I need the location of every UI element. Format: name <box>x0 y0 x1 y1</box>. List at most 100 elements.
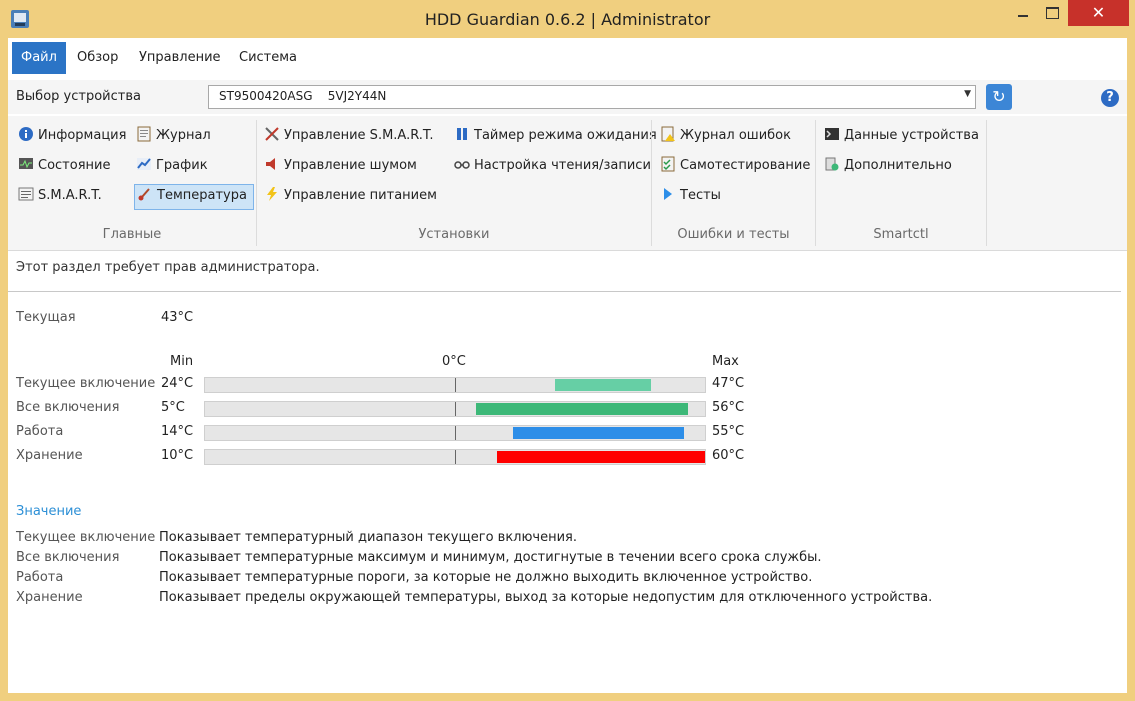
chevron-down-icon: ▼ <box>964 89 971 99</box>
minimize-icon <box>1018 15 1028 17</box>
current-temp-value: 43°C <box>161 310 194 325</box>
menu-management[interactable]: Управление <box>130 42 230 74</box>
zero-marker <box>455 402 456 416</box>
meaning-text: Показывает температурные максимум и мини… <box>159 550 822 565</box>
meaning-label: Все включения <box>16 550 120 565</box>
ribbon-advanced[interactable]: Дополнительно <box>824 154 952 178</box>
ribbon-noise-management[interactable]: Управление шумом <box>264 154 417 178</box>
pause-icon <box>457 128 467 140</box>
ribbon-self-test-label: Самотестирование <box>680 158 811 173</box>
scale-max-label: Max <box>712 354 739 369</box>
log-icon <box>137 126 151 142</box>
graph-icon <box>137 158 151 170</box>
ribbon-group-main: Главные <box>102 227 162 242</box>
ribbon-graph-label: График <box>156 158 208 173</box>
ribbon-standby-timer-label: Таймер режима ожидания <box>474 128 657 143</box>
ribbon-log[interactable]: Журнал <box>136 124 211 148</box>
menu-bar: Файл Обзор Управление Система <box>8 38 1127 76</box>
row-label: Текущее включение <box>16 376 156 391</box>
device-row: Выбор устройства ST9500420ASG 5VJ2Y44N ▼… <box>8 80 1127 114</box>
range-fill <box>555 379 651 391</box>
row-min-value: 10°C <box>161 448 194 463</box>
ribbon-read-write-settings[interactable]: Настройка чтения/записи <box>454 154 651 178</box>
scale-zero-label: 0°C <box>442 354 466 369</box>
terminal-icon <box>825 128 839 140</box>
ribbon-separator <box>986 120 987 246</box>
row-label: Все включения <box>16 400 120 415</box>
ribbon-self-test[interactable]: Самотестирование <box>660 154 810 178</box>
help-icon[interactable]: ? <box>1101 89 1119 107</box>
range-fill <box>513 427 684 439</box>
divider <box>8 291 1121 292</box>
ribbon-error-log[interactable]: Журнал ошибок <box>660 124 791 148</box>
meaning-text: Показывает пределы окружающей температур… <box>159 590 933 605</box>
menu-file[interactable]: Файл <box>12 42 66 74</box>
meaning-text: Показывает температурные пороги, за кото… <box>159 570 813 585</box>
ribbon-power-management-label: Управление питанием <box>284 188 437 203</box>
ribbon-noise-management-label: Управление шумом <box>284 158 417 173</box>
ribbon-graph[interactable]: График <box>136 154 208 178</box>
admin-notice: Этот раздел требует прав администратора. <box>16 260 320 275</box>
ribbon-info[interactable]: Информация <box>18 124 126 148</box>
ribbon-log-label: Журнал <box>156 128 211 143</box>
gear-icon <box>825 157 839 171</box>
smart-icon <box>18 187 34 201</box>
zero-marker <box>455 450 456 464</box>
menu-overview[interactable]: Обзор <box>68 42 127 74</box>
ribbon-tests[interactable]: Тесты <box>660 184 721 208</box>
glasses-icon <box>454 161 470 169</box>
row-label: Работа <box>16 424 64 439</box>
device-label: Выбор устройства <box>16 89 141 104</box>
ribbon-read-write-settings-label: Настройка чтения/записи <box>474 158 651 173</box>
meaning-label: Хранение <box>16 590 83 605</box>
zero-marker <box>455 378 456 392</box>
thermometer-icon <box>138 188 150 201</box>
current-temp-label: Текущая <box>16 310 76 325</box>
ribbon-device-data[interactable]: Данные устройства <box>824 124 979 148</box>
device-select-value: ST9500420ASG 5VJ2Y44N <box>219 89 387 103</box>
temperature-range-bar <box>204 449 706 465</box>
ribbon-smart-management-label: Управление S.M.A.R.T. <box>284 128 434 143</box>
scale-min-label: Min <box>170 354 194 369</box>
ribbon-status[interactable]: Состояние <box>18 154 110 178</box>
maximize-button[interactable] <box>1040 0 1066 26</box>
ribbon-temperature-label: Температура <box>157 188 247 203</box>
maximize-icon <box>1046 7 1059 19</box>
menu-system[interactable]: Система <box>230 42 306 74</box>
ribbon-group-errors: Ошибки и тесты <box>677 227 790 242</box>
title-bar: HDD Guardian 0.6.2 | Administrator ✕ <box>0 0 1135 38</box>
row-label: Хранение <box>16 448 83 463</box>
ribbon-standby-timer[interactable]: Таймер режима ожидания <box>454 124 657 148</box>
temperature-range-bar <box>204 377 706 393</box>
ribbon-smart[interactable]: S.M.A.R.T. <box>18 184 102 208</box>
window-title: HDD Guardian 0.6.2 | Administrator <box>424 10 711 29</box>
error-log-icon <box>661 126 675 142</box>
ribbon-group-smartctl: Smartctl <box>873 227 929 242</box>
range-fill <box>497 451 705 463</box>
ribbon-device-data-label: Данные устройства <box>844 128 979 143</box>
zero-marker <box>455 426 456 440</box>
minimize-button[interactable] <box>1006 0 1040 26</box>
range-fill <box>476 403 688 415</box>
ribbon-advanced-label: Дополнительно <box>844 158 952 173</box>
ribbon-temperature[interactable]: Температура <box>134 184 254 210</box>
tools-icon <box>265 127 279 141</box>
temperature-range-bar <box>204 401 706 417</box>
row-max-value: 60°C <box>712 448 745 463</box>
device-select[interactable]: ST9500420ASG 5VJ2Y44N ▼ <box>208 85 976 109</box>
ribbon-tests-label: Тесты <box>680 188 721 203</box>
close-button[interactable]: ✕ <box>1068 0 1129 26</box>
speaker-icon <box>266 158 275 170</box>
row-min-value: 5°C <box>161 400 185 415</box>
ribbon-power-management[interactable]: Управление питанием <box>264 184 437 208</box>
ribbon: Информация Журнал Состояние График S.M.A… <box>8 116 1127 251</box>
refresh-button[interactable]: ↻ <box>986 84 1012 110</box>
row-min-value: 24°C <box>161 376 194 391</box>
app-window: HDD Guardian 0.6.2 | Administrator ✕ Фай… <box>0 0 1135 701</box>
refresh-icon: ↻ <box>992 87 1006 106</box>
row-max-value: 56°C <box>712 400 745 415</box>
row-max-value: 55°C <box>712 424 745 439</box>
temperature-range-bar <box>204 425 706 441</box>
play-icon <box>664 188 672 200</box>
ribbon-smart-management[interactable]: Управление S.M.A.R.T. <box>264 124 433 148</box>
